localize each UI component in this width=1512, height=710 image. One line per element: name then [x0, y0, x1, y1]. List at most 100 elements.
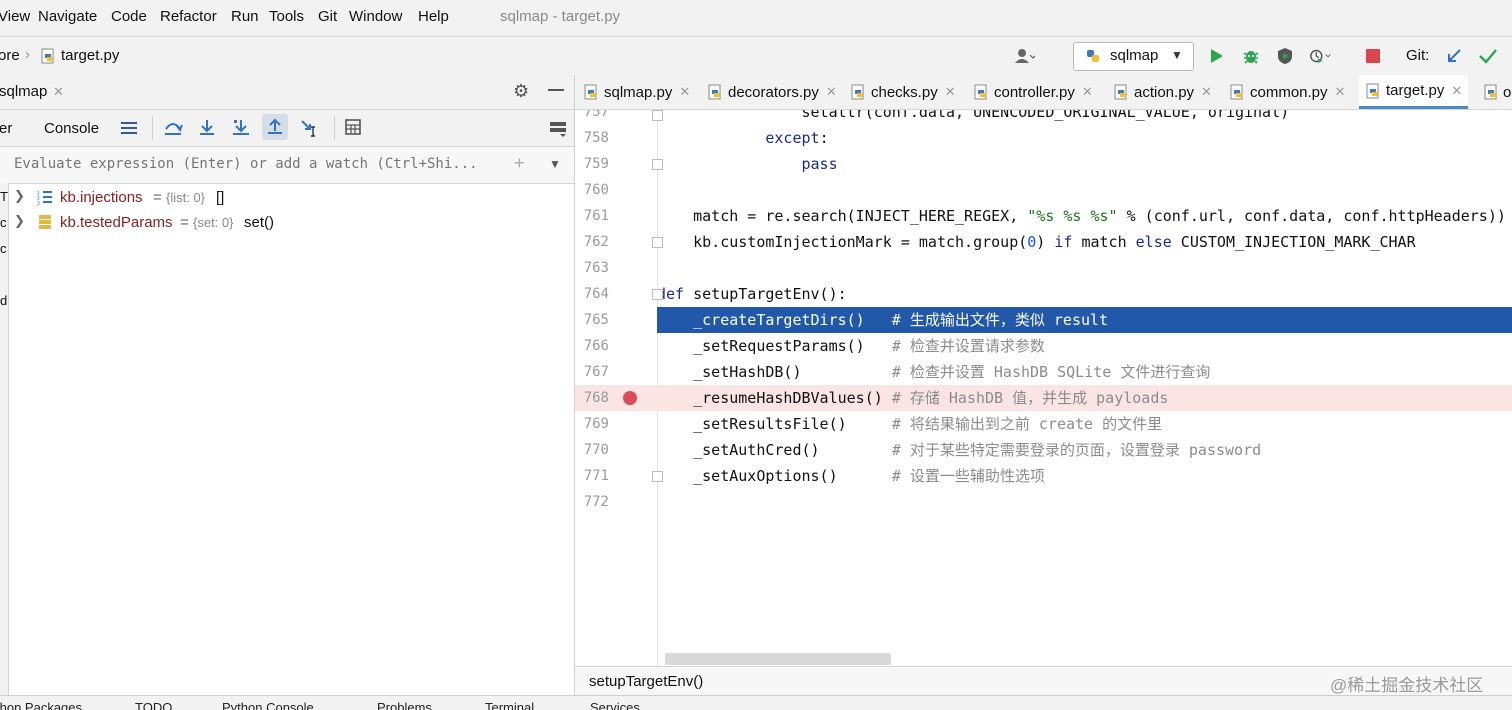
tab-label: target.py: [1386, 82, 1445, 99]
line-number: 762: [583, 234, 609, 250]
menu-git[interactable]: Git: [318, 8, 337, 25]
close-icon[interactable]: ✕: [679, 84, 690, 100]
code-line-757[interactable]: setattr(conf.data, UNENCODED_ORIGINAL_VA…: [657, 110, 1512, 125]
debug-toolbar: er Console: [0, 110, 574, 147]
fold-marker-icon[interactable]: [652, 237, 663, 248]
fold-marker-icon[interactable]: [652, 289, 663, 300]
code-line-760[interactable]: [657, 177, 1512, 203]
step-into-icon[interactable]: [198, 119, 216, 141]
svg-text:3: 3: [37, 201, 40, 205]
stop-icon[interactable]: [1362, 45, 1384, 67]
code-line-772[interactable]: [657, 489, 1512, 515]
code-line-769[interactable]: _setResultsFile() # 将结果输出到之前 create 的文件里: [657, 411, 1512, 437]
line-number: 767: [583, 364, 609, 380]
line-number: 761: [583, 208, 609, 224]
user-icon[interactable]: [1014, 45, 1036, 67]
git-update-icon[interactable]: [1443, 45, 1465, 67]
close-icon[interactable]: ✕: [1335, 84, 1346, 100]
step-over-icon[interactable]: [163, 119, 183, 141]
code-line-767[interactable]: _setHashDB() # 检查并设置 HashDB SQLite 文件进行查…: [657, 359, 1512, 385]
code-line-770[interactable]: _setAuthCred() # 对于某些特定需要登录的页面，设置登录 pass…: [657, 437, 1512, 463]
code-line-759[interactable]: pass: [657, 151, 1512, 177]
step-into-my-code-icon[interactable]: [231, 119, 251, 141]
code-editor: sqlmap.py ✕ decorators.py ✕ checks.py ✕ …: [575, 75, 1512, 696]
layout-settings-icon[interactable]: [549, 121, 567, 141]
tab-overflow[interactable]: o: [1483, 75, 1511, 109]
close-icon[interactable]: ✕: [945, 84, 956, 100]
line-number: 764: [583, 286, 609, 302]
list-icon: 123: [37, 189, 53, 209]
tab-label: common.py: [1250, 83, 1328, 101]
close-icon[interactable]: ✕: [53, 84, 64, 100]
function-breadcrumb[interactable]: setupTargetEnv(): [589, 673, 703, 690]
profile-icon[interactable]: [1310, 45, 1332, 67]
code-line-762[interactable]: kb.customInjectionMark = match.group(0) …: [657, 229, 1512, 255]
close-icon[interactable]: ✕: [1201, 84, 1212, 100]
code-line-768[interactable]: _resumeHashDBValues() # 存储 HashDB 值，并生成 …: [575, 385, 1512, 411]
tab-label: controller.py: [994, 83, 1075, 101]
watch-expression-input[interactable]: [8, 153, 504, 175]
close-icon[interactable]: ✕: [1082, 84, 1093, 100]
tab-sqlmap-py[interactable]: sqlmap.py ✕: [583, 75, 690, 109]
run-to-cursor-icon[interactable]: [300, 119, 322, 141]
chevron-right-icon[interactable]: ❯: [14, 213, 25, 229]
minimize-icon[interactable]: [548, 89, 564, 91]
run-icon[interactable]: [1206, 45, 1228, 67]
code-line-763[interactable]: [657, 255, 1512, 281]
breakpoint-icon[interactable]: [623, 391, 637, 405]
menu-code[interactable]: Code: [111, 8, 147, 25]
fold-marker-icon[interactable]: [652, 110, 663, 121]
tab-common-py[interactable]: common.py ✕: [1229, 75, 1345, 109]
code-line-758[interactable]: except:: [657, 125, 1512, 151]
python-file-icon: [1366, 83, 1379, 98]
fold-marker-icon[interactable]: [652, 471, 663, 482]
tab-target-py[interactable]: target.py ✕: [1359, 75, 1469, 109]
menu-lines-icon[interactable]: [120, 121, 138, 135]
debug-panel-header: sqlmap ✕ ⚙: [0, 75, 574, 110]
line-number: 765: [583, 312, 609, 328]
coverage-icon[interactable]: [1274, 45, 1296, 67]
menu-tools[interactable]: Tools: [269, 8, 304, 25]
code-line-765[interactable]: _createTargetDirs() # 生成输出文件，类似 result: [657, 307, 1512, 333]
tab-debugger[interactable]: er: [0, 120, 12, 137]
code-line-764[interactable]: def setupTargetEnv():: [657, 281, 1512, 307]
editor-breadcrumb-bar: setupTargetEnv() @稀土掘金技术社区: [575, 666, 1512, 696]
horizontal-scrollbar[interactable]: [665, 653, 891, 665]
menu-window[interactable]: Window: [349, 8, 402, 25]
close-icon[interactable]: ✕: [826, 84, 837, 100]
code-line-761[interactable]: match = re.search(INJECT_HERE_REGEX, "%s…: [657, 203, 1512, 229]
equals-sign: =: [180, 214, 189, 231]
tab-action-py[interactable]: action.py ✕: [1113, 75, 1212, 109]
menu-view[interactable]: View: [0, 8, 30, 25]
breadcrumb-parent[interactable]: ore: [0, 47, 20, 64]
menu-help[interactable]: Help: [418, 8, 449, 25]
git-commit-icon[interactable]: [1477, 45, 1499, 67]
tab-controller-py[interactable]: controller.py ✕: [973, 75, 1093, 109]
menu-refactor[interactable]: Refactor: [160, 8, 217, 25]
run-config-select[interactable]: sqlmap ▼: [1073, 42, 1194, 71]
code-line-766[interactable]: _setRequestParams() # 检查并设置请求参数: [657, 333, 1512, 359]
add-watch-icon[interactable]: +: [514, 153, 525, 174]
tab-console[interactable]: Console: [44, 120, 99, 137]
code-area[interactable]: setattr(conf.data, UNENCODED_ORIGINAL_VA…: [575, 110, 1512, 666]
step-out-button[interactable]: [262, 114, 288, 140]
debug-session-tab[interactable]: sqlmap: [0, 83, 47, 100]
menu-run[interactable]: Run: [231, 8, 259, 25]
breadcrumb-file[interactable]: target.py: [61, 47, 119, 64]
set-icon: [38, 214, 52, 234]
debug-icon[interactable]: [1240, 45, 1262, 67]
chevron-down-icon[interactable]: ▼: [549, 157, 561, 171]
evaluate-calculator-icon[interactable]: [345, 119, 361, 139]
fold-marker-icon[interactable]: [652, 159, 663, 170]
menu-navigate[interactable]: Navigate: [38, 8, 97, 25]
variable-row[interactable]: ❯ kb.testedParams = {set: 0} set(): [0, 211, 574, 235]
python-file-icon: [708, 84, 721, 100]
gear-icon[interactable]: ⚙: [513, 81, 529, 102]
close-icon[interactable]: ✕: [1451, 83, 1462, 99]
tab-decorators-py[interactable]: decorators.py ✕: [707, 75, 837, 109]
chevron-right-icon[interactable]: ❯: [14, 188, 25, 204]
tab-checks-py[interactable]: checks.py ✕: [850, 75, 956, 109]
variable-row[interactable]: ❯ 123 kb.injections = {list: 0} []: [0, 186, 574, 210]
code-line-771[interactable]: _setAuxOptions() # 设置一些辅助性选项: [657, 463, 1512, 489]
line-number: 763: [583, 260, 609, 276]
